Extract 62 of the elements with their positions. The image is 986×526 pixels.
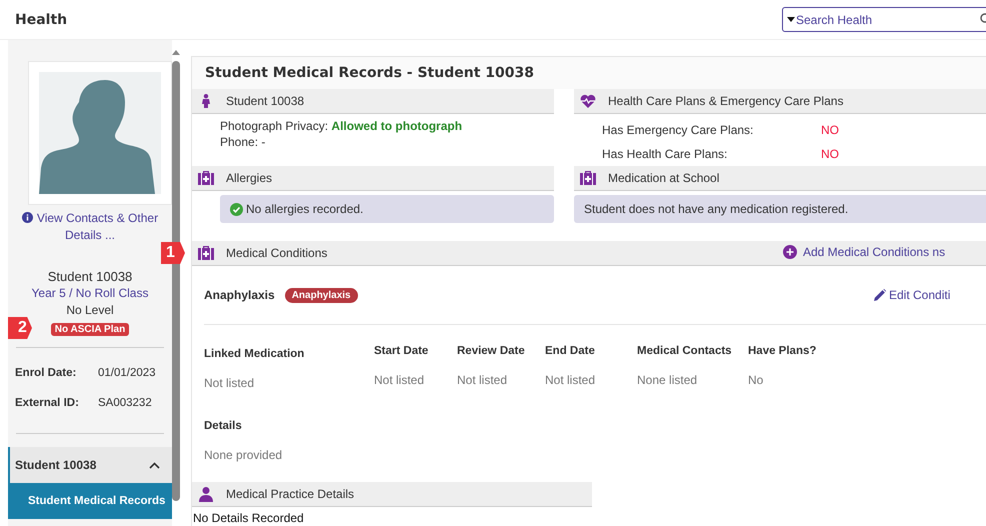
- column-value: Not listed: [545, 373, 596, 387]
- plan-badge: No ASCIA Plan: [50, 323, 130, 336]
- plan-label: Has Emergency Care Plans:: [602, 123, 754, 137]
- column-value: No: [748, 373, 764, 387]
- column-header: End Date: [545, 345, 596, 357]
- nav-item[interactable]: Student Medical Records: [8, 483, 172, 519]
- nav-group-title: Student 10038: [15, 458, 96, 472]
- pencil-icon: [874, 289, 886, 301]
- column-value: Not listed: [457, 373, 508, 387]
- contacts-link[interactable]: View Contacts & Other Details ...: [16, 210, 164, 244]
- info-message: No allergies recorded.: [220, 195, 554, 223]
- field-value: SA003232: [98, 397, 152, 409]
- callout-marker: 2: [8, 317, 32, 339]
- column-value: Not listed: [204, 376, 256, 390]
- add-conditions-link[interactable]: Add Medical Conditions ns: [783, 245, 946, 259]
- info-message: Student does not have any medication registered.: [574, 195, 986, 223]
- section-title: Health Care Plans & Emergency Care Plans: [608, 94, 844, 108]
- section-title: Student 10038: [226, 94, 304, 108]
- empty-message: No Details Recorded: [192, 510, 305, 525]
- column-value: Not listed: [374, 373, 426, 387]
- column-header: Start Date: [374, 345, 430, 357]
- student-name: Student 10038: [46, 269, 134, 284]
- medical-bag-icon: [580, 171, 596, 185]
- page-title: Health: [15, 12, 68, 28]
- section-title: Medical Conditions: [226, 246, 328, 260]
- column-header: Review Date: [457, 345, 526, 357]
- check-icon: [230, 202, 243, 216]
- condition-tag: Anaphylaxis: [284, 288, 358, 302]
- plan-value: NO: [821, 123, 839, 137]
- phone-text: Phone: -: [220, 134, 266, 150]
- edit-condition-link[interactable]: Edit Conditi: [874, 288, 950, 302]
- section-title: Medical Practice Details: [226, 487, 354, 501]
- field-label: External ID:: [15, 397, 80, 409]
- medical-bag-icon: [198, 171, 214, 185]
- search-field[interactable]: Search Health: [782, 7, 986, 32]
- plan-value: NO: [821, 147, 839, 161]
- details-value: None provided: [204, 448, 284, 462]
- section-title: Allergies: [226, 171, 272, 185]
- doctor-icon: [198, 486, 214, 502]
- field-value: 01/01/2023: [98, 367, 156, 379]
- column-value: None listed: [637, 373, 698, 387]
- callout-marker: 1: [161, 242, 185, 264]
- level-text: No Level: [65, 303, 115, 317]
- details-label: Details: [204, 420, 243, 432]
- field-label: Enrol Date:: [15, 367, 78, 379]
- plan-label: Has Health Care Plans:: [602, 147, 728, 161]
- class-link[interactable]: Year 5 / No Roll Class: [8, 286, 172, 300]
- plus-circle-icon: [783, 245, 797, 259]
- nav-group-header[interactable]: Student 10038: [8, 447, 172, 483]
- medical-bag-icon: [198, 246, 214, 260]
- heart-pulse-icon: [580, 94, 596, 108]
- caret-icon: [787, 17, 795, 22]
- column-header: Medical Contacts: [637, 345, 733, 357]
- card-title: Student Medical Records - Student 10038: [192, 57, 986, 89]
- condition-name: Anaphylaxis: [204, 288, 275, 302]
- column-header: Linked Medication: [204, 348, 306, 360]
- scroll-up-icon[interactable]: [172, 50, 180, 55]
- privacy-text: Photograph Privacy: Allowed to photograph: [220, 118, 464, 134]
- info-icon: [22, 212, 33, 223]
- chevron-icon: [149, 462, 160, 468]
- section-title: Medication at School: [608, 171, 720, 185]
- column-header: Have Plans?: [748, 345, 818, 357]
